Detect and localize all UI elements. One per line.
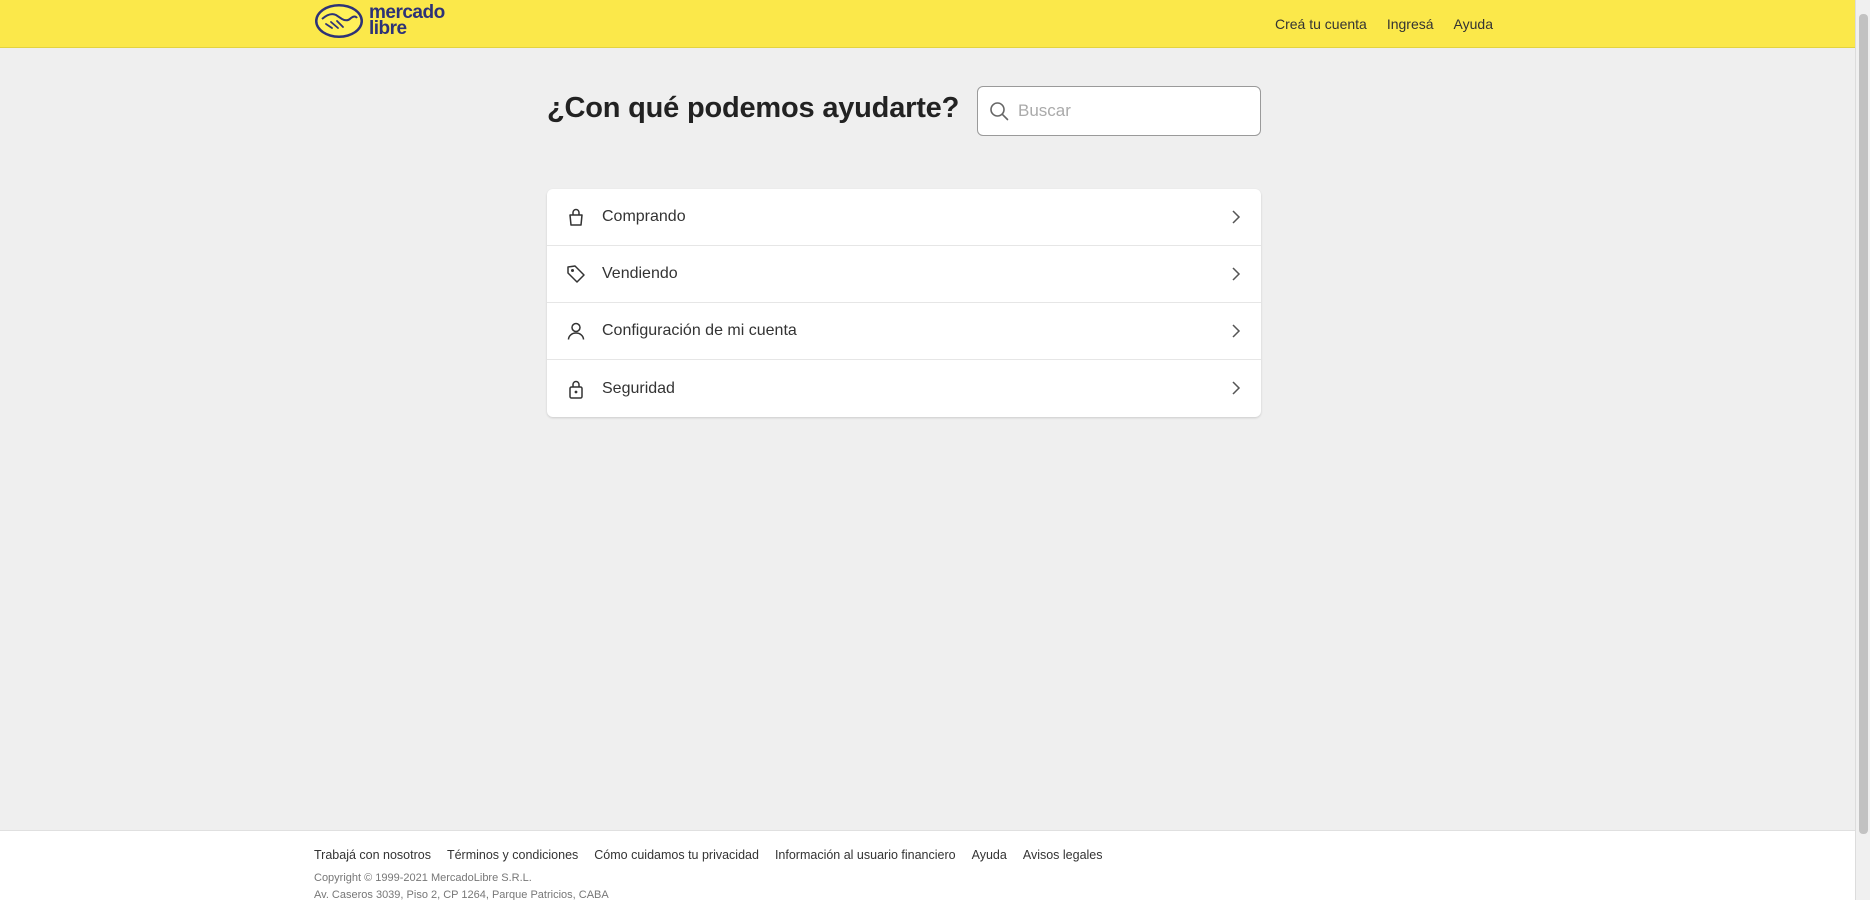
header-nav: Creá tu cuenta Ingresá Ayuda: [1255, 0, 1493, 47]
chevron-right-icon: [1232, 210, 1241, 224]
search-box[interactable]: [977, 86, 1261, 136]
user-icon: [567, 322, 585, 340]
footer-link-trabaja[interactable]: Trabajá con nosotros: [314, 848, 431, 862]
topic-label: Seguridad: [602, 379, 675, 397]
page-title: ¿Con qué podemos ayudarte?: [547, 92, 960, 124]
create-account-link[interactable]: Creá tu cuenta: [1275, 16, 1367, 32]
topic-label: Comprando: [602, 208, 686, 225]
scrollbar-thumb[interactable]: [1859, 14, 1868, 834]
search-input[interactable]: [1018, 101, 1248, 121]
topic-configuracion[interactable]: Configuración de mi cuenta: [547, 303, 1261, 360]
price-tag-icon: [567, 265, 585, 283]
footer-links: Trabajá con nosotros Términos y condicio…: [314, 848, 1119, 862]
footer-link-privacidad[interactable]: Cómo cuidamos tu privacidad: [594, 848, 759, 862]
topic-comprando[interactable]: Comprando: [547, 189, 1261, 246]
chevron-right-icon: [1232, 267, 1241, 281]
topic-label: Vendiendo: [602, 265, 678, 282]
help-topics-list: Comprando Vendiendo Configuración de mi …: [547, 189, 1261, 417]
footer-link-info-financiero[interactable]: Información al usuario financiero: [775, 848, 956, 862]
lock-icon: [569, 380, 583, 399]
address-text: Av. Caseros 3039, Piso 2, CP 1264, Parqu…: [314, 889, 609, 900]
shopping-bag-icon: [569, 208, 583, 226]
top-header: mercado libre Creá tu cuenta Ingresá Ayu…: [0, 0, 1855, 48]
footer-link-terminos[interactable]: Términos y condiciones: [447, 848, 578, 862]
mercadolibre-logo[interactable]: mercado libre: [314, 1, 445, 41]
login-link[interactable]: Ingresá: [1387, 16, 1434, 32]
topic-vendiendo[interactable]: Vendiendo: [547, 246, 1261, 303]
search-icon: [990, 102, 1009, 121]
footer-link-ayuda[interactable]: Ayuda: [972, 848, 1007, 862]
topic-seguridad[interactable]: Seguridad: [547, 360, 1261, 417]
footer-link-avisos-legales[interactable]: Avisos legales: [1023, 848, 1103, 862]
help-link[interactable]: Ayuda: [1454, 16, 1493, 32]
chevron-right-icon: [1232, 324, 1241, 338]
page-footer: Trabajá con nosotros Términos y condicio…: [0, 830, 1855, 900]
handshake-logo-icon: [315, 4, 363, 38]
brand-wordmark: mercado libre: [369, 2, 445, 39]
chevron-right-icon: [1232, 381, 1241, 395]
copyright-text: Copyright © 1999-2021 MercadoLibre S.R.L…: [314, 872, 532, 884]
vertical-scrollbar[interactable]: [1855, 0, 1870, 900]
topic-label: Configuración de mi cuenta: [602, 322, 797, 339]
